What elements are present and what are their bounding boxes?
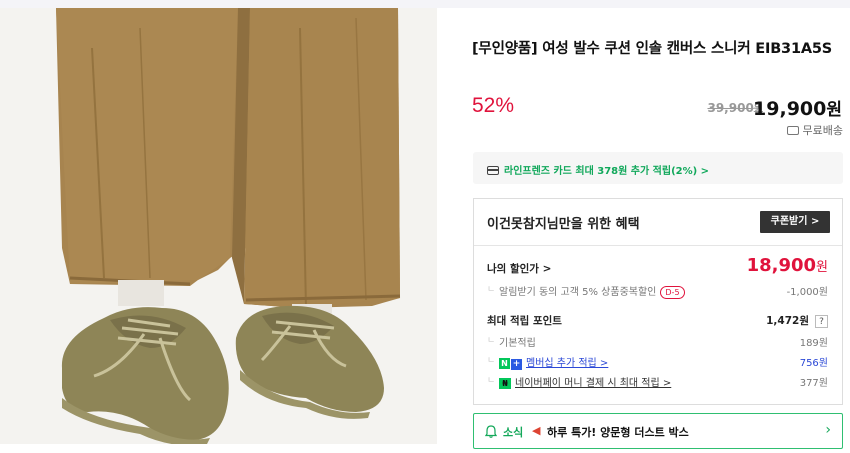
base-point-row: 기본적립 189원 [487,333,828,349]
my-price-row: 나의 할인가 > 18,900원 [487,255,828,276]
max-point-row: 최대 적립 포인트 1,472원? [487,313,828,328]
credit-card-icon [487,166,499,175]
news-label: 소식 [503,426,524,439]
base-point-label: 기본적립 [499,338,536,349]
naverpay-icon: ₦ [499,378,511,389]
base-point-value: 189원 [799,338,828,349]
my-price-amount: 18,900 [746,255,817,276]
product-info-panel: [무인양품] 여성 발수 쿠션 인솔 캔버스 스니커 EIB31A5S 52% … [472,0,844,453]
my-price-link[interactable]: 나의 할인가 > [487,263,551,275]
product-image[interactable] [0,8,437,444]
original-price-value: 39,900 [707,101,754,115]
plus-icon: + [511,359,522,370]
product-photo-illustration [0,8,437,444]
max-point-value: 1,472원 [766,315,809,327]
help-icon[interactable]: ? [815,315,828,328]
card-promo-text[interactable]: 라인프렌즈 카드 최대 378원 추가 적립(2%) > [504,166,709,177]
news-text[interactable]: 하루 특가! 양문형 더스트 박스 [547,424,689,440]
membership-point-value: 756원 [799,358,828,369]
d-day-badge: D-5 [660,286,685,299]
shipping-text: 무료배송 [802,124,843,137]
my-price-unit: 원 [816,260,828,275]
sale-price-value: 19,900 [753,98,827,120]
discount-rate: 52% [472,94,515,117]
shipping-info: 무료배송 [786,122,843,138]
megaphone-icon: ◀ [532,424,541,437]
alarm-discount-value: -1,000원 [786,287,828,298]
membership-point-row: N+ 멤버십 추가 적립 > 756원 [487,353,828,370]
naverpay-link[interactable]: 네이버페이 머니 결제 시 최대 적립 > [515,378,671,389]
naverpay-point-value: 377원 [799,378,828,389]
naver-n-icon: N [499,358,510,369]
benefit-title: 이건못참지님만을 위한 혜택 [487,217,640,232]
benefit-divider [474,245,842,246]
my-price-value: 18,900원 [747,255,828,276]
max-point-value-wrap: 1,472원? [766,313,828,328]
product-title: [무인양품] 여성 발수 쿠션 인솔 캔버스 스니커 EIB31A5S [472,41,832,57]
membership-link[interactable]: 멤버십 추가 적립 > [526,358,608,369]
alarm-discount-label: 알림받기 동의 고객 5% 상품중복할인 [499,287,657,298]
card-promo-banner[interactable]: 라인프렌즈 카드 최대 378원 추가 적립(2%) > [473,152,843,184]
bell-icon [485,425,497,438]
sale-price-unit: 원 [826,100,842,120]
coupon-button[interactable]: 쿠폰받기 > [760,211,830,233]
max-point-label: 최대 적립 포인트 [487,315,562,327]
benefit-box: 이건못참지님만을 위한 혜택 쿠폰받기 > 나의 할인가 > 18,900원 알… [473,198,843,405]
sale-price: 19,900원 [753,95,842,120]
alarm-discount-row: 알림받기 동의 고객 5% 상품중복할인D-5 -1,000원 [487,282,828,299]
chevron-right-icon: › [825,422,831,438]
naverpay-point-row: ₦ 네이버페이 머니 결제 시 최대 적립 > 377원 [487,373,828,389]
news-banner[interactable]: 소식 ◀ 하루 특가! 양문형 더스트 박스 › [473,413,843,449]
truck-icon [786,126,799,135]
